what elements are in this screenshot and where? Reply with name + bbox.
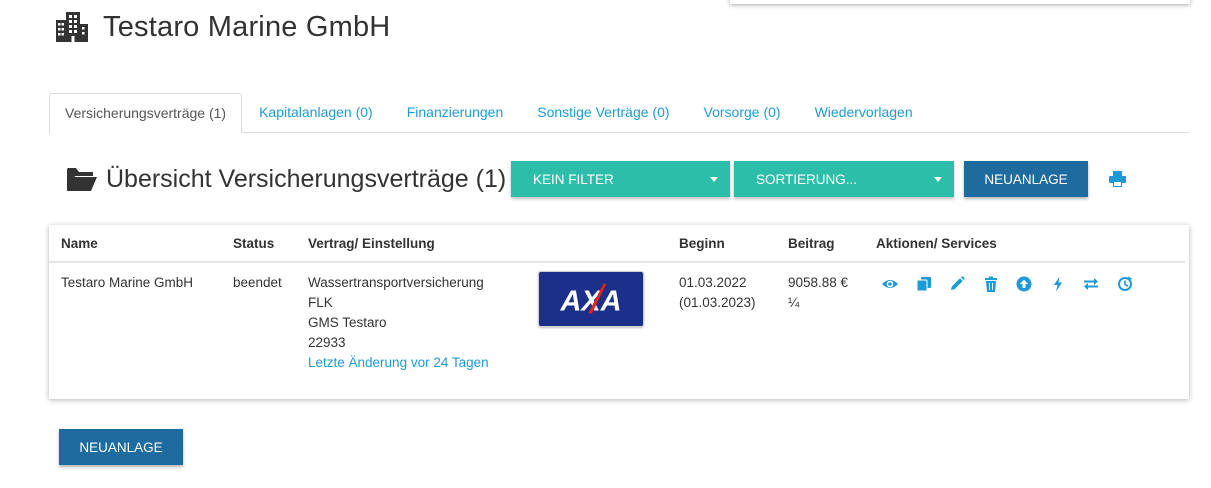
- cell-begin: 01.03.2022 (01.03.2023): [679, 273, 756, 313]
- tab-bar: Versicherungsverträge (1) Kapitalanlagen…: [49, 93, 1189, 134]
- section-header: Übersicht Versicherungsverträge (1): [66, 160, 506, 198]
- eye-icon[interactable]: [882, 276, 898, 292]
- refresh-icon[interactable]: [1117, 276, 1133, 292]
- page-header: Testaro Marine GmbH: [55, 10, 390, 44]
- trash-icon[interactable]: [983, 276, 999, 292]
- header-contract: Vertrag/ Einstellung: [308, 236, 435, 251]
- new-contract-button-bottom[interactable]: NEUANLAGE: [59, 429, 183, 465]
- header-status: Status: [233, 236, 275, 251]
- begin-date-sub: (01.03.2023): [679, 295, 756, 310]
- tab-wiedervorlagen[interactable]: Wiedervorlagen: [798, 93, 930, 133]
- company-title: Testaro Marine GmbH: [103, 10, 391, 43]
- tab-kapitalanlagen[interactable]: Kapitalanlagen (0): [242, 93, 390, 133]
- caret-down-icon: [934, 176, 942, 182]
- print-icon[interactable]: [1109, 171, 1126, 187]
- swap-icon[interactable]: [1083, 276, 1099, 292]
- top-dropdown-panel: [730, 0, 1190, 4]
- cell-name: Testaro Marine GmbH: [61, 275, 194, 290]
- copy-icon[interactable]: [916, 276, 932, 292]
- tab-vorsorge[interactable]: Vorsorge (0): [687, 93, 798, 133]
- last-change-link[interactable]: Letzte Änderung vor 24 Tagen: [308, 355, 489, 370]
- contract-line: FLK: [308, 295, 333, 310]
- edit-icon[interactable]: [949, 276, 965, 292]
- contracts-table: Name Status Vertrag/ Einstellung Beginn …: [49, 225, 1189, 399]
- amount-value: 9058.88 €: [788, 275, 849, 290]
- insurer-logo: AXA: [538, 271, 644, 327]
- folder-open-icon: [67, 168, 97, 191]
- cell-status: beendet: [233, 275, 282, 290]
- tab-sonstige-vertraege[interactable]: Sonstige Verträge (0): [520, 93, 686, 133]
- cell-contract: Wassertransportversicherung FLK GMS Test…: [308, 273, 489, 373]
- tab-versicherungsvertraege[interactable]: Versicherungsverträge (1): [49, 93, 243, 134]
- caret-down-icon: [710, 176, 718, 182]
- header-name: Name: [61, 236, 98, 251]
- begin-date: 01.03.2022: [679, 275, 747, 290]
- contract-line: GMS Testaro: [308, 315, 387, 330]
- contract-type: Wassertransportversicherung: [308, 275, 484, 290]
- new-contract-button[interactable]: NEUANLAGE: [964, 161, 1088, 197]
- sort-label: SORTIERUNG...: [756, 171, 858, 187]
- building-icon: [56, 12, 88, 42]
- contract-line: 22933: [308, 335, 346, 350]
- amount-period: ¼: [788, 295, 800, 310]
- cell-amount: 9058.88 € ¼: [788, 273, 848, 313]
- header-actions: Aktionen/ Services: [876, 236, 997, 251]
- row-actions: [882, 276, 1150, 292]
- sort-dropdown[interactable]: SORTIERUNG...: [734, 161, 954, 197]
- section-title: Übersicht Versicherungsverträge (1): [106, 164, 507, 193]
- bolt-icon[interactable]: [1050, 276, 1066, 292]
- filter-dropdown[interactable]: KEIN FILTER: [511, 161, 730, 197]
- header-divider: [49, 261, 1185, 263]
- tab-finanzierungen[interactable]: Finanzierungen: [390, 93, 521, 133]
- filter-label: KEIN FILTER: [533, 171, 614, 187]
- header-begin: Beginn: [679, 236, 725, 251]
- upload-icon[interactable]: [1016, 276, 1032, 292]
- header-amount: Beitrag: [788, 236, 835, 251]
